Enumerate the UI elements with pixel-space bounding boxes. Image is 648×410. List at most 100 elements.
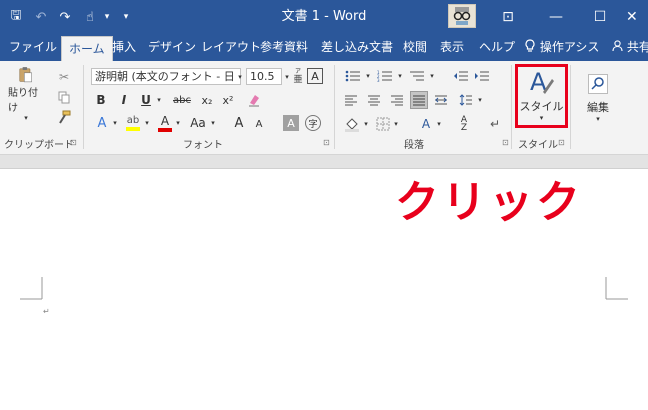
clear-formatting-icon[interactable] <box>246 91 262 109</box>
font-launcher-icon[interactable]: ⊡ <box>323 138 330 147</box>
tab-home[interactable]: ホーム <box>61 36 113 61</box>
copy-icon[interactable] <box>56 89 72 105</box>
redo-icon[interactable]: ↷ <box>57 7 73 27</box>
minimize-button[interactable]: — <box>536 0 576 34</box>
customize-qat-icon[interactable]: ▾ <box>120 7 132 27</box>
enclose-characters-icon[interactable]: 字 <box>305 115 321 131</box>
paste-label: 貼り付け <box>8 88 38 114</box>
multilevel-list-dropdown-icon[interactable]: ▾ <box>428 68 436 84</box>
shading-icon[interactable] <box>343 115 361 133</box>
editing-button[interactable]: 編集 ▾ <box>580 69 616 127</box>
grow-font-button[interactable]: A <box>231 114 247 132</box>
lightbulb-icon <box>524 39 540 54</box>
group-separator <box>83 65 84 149</box>
user-avatar[interactable] <box>448 4 476 28</box>
font-size-dropdown-icon[interactable]: ▾ <box>283 68 291 85</box>
touch-mode-dropdown-icon[interactable]: ▾ <box>101 7 113 27</box>
ribbon-display-options-button[interactable]: ⊡ <box>488 0 528 34</box>
tab-file[interactable]: ファイル <box>9 34 57 61</box>
paste-icon <box>19 67 32 83</box>
format-painter-icon[interactable] <box>56 109 72 125</box>
font-group-label: フォント <box>183 140 223 151</box>
tab-review[interactable]: 校閲 <box>403 34 427 61</box>
borders-icon[interactable] <box>375 116 391 132</box>
search-icon <box>588 73 608 94</box>
text-effects-dropdown-icon[interactable]: ▾ <box>111 114 119 132</box>
distributed-icon[interactable] <box>433 92 449 108</box>
tab-references[interactable]: 参考資料 <box>260 34 308 61</box>
increase-indent-icon[interactable] <box>473 68 491 84</box>
font-name-value: 游明朝 (本文のフォント - 日 <box>95 70 235 83</box>
justify-icon[interactable] <box>410 91 428 109</box>
svg-text:3: 3 <box>377 78 380 82</box>
clipboard-group-label: クリップボード <box>4 140 74 151</box>
bold-button[interactable]: B <box>94 91 108 109</box>
share-button[interactable]: 共有 <box>612 34 648 61</box>
tell-me-label: 操作アシス <box>539 40 600 54</box>
align-left-icon[interactable] <box>343 92 359 108</box>
undo-icon[interactable]: ↶ <box>33 7 49 27</box>
sort-icon[interactable]: AZ <box>456 115 472 133</box>
editing-dropdown-icon: ▾ <box>596 114 600 123</box>
group-separator <box>511 65 512 149</box>
highlight-dropdown-icon[interactable]: ▾ <box>143 114 151 132</box>
maximize-button[interactable]: ☐ <box>580 0 620 34</box>
asian-layout-dropdown-icon[interactable]: ▾ <box>435 115 443 133</box>
italic-button[interactable]: I <box>117 91 131 109</box>
font-name-dropdown-icon[interactable]: ▾ <box>236 68 244 85</box>
text-effects-icon[interactable]: A <box>94 114 110 132</box>
styles-launcher-icon[interactable]: ⊡ <box>558 138 565 147</box>
change-case-dropdown-icon[interactable]: ▾ <box>209 114 217 132</box>
tab-help[interactable]: ヘルプ <box>479 34 515 61</box>
underline-dropdown-icon[interactable]: ▾ <box>155 91 163 109</box>
numbering-dropdown-icon[interactable]: ▾ <box>396 68 404 84</box>
multilevel-list-icon[interactable] <box>407 68 427 84</box>
tab-view[interactable]: 表示 <box>440 34 464 61</box>
font-size-combo[interactable]: 10.5 <box>246 68 282 85</box>
paragraph-launcher-icon[interactable]: ⊡ <box>502 138 509 147</box>
click-callout: クリック <box>395 177 583 228</box>
paste-button[interactable]: 貼り付け ▾ <box>8 66 44 122</box>
borders-dropdown-icon[interactable]: ▾ <box>392 115 400 133</box>
subscript-button[interactable]: x₂ <box>199 91 215 109</box>
tell-me-search[interactable]: 操作アシス <box>524 34 599 61</box>
paragraph-mark: ↵ <box>43 307 50 316</box>
font-name-combo[interactable]: 游明朝 (本文のフォント - 日 <box>91 68 241 85</box>
character-border-icon[interactable]: A <box>307 68 323 84</box>
show-formatting-marks-icon[interactable]: ↵ <box>487 115 503 133</box>
cut-icon[interactable]: ✂ <box>56 69 72 85</box>
character-shading-icon[interactable]: A <box>283 115 299 131</box>
ribbon-tab-bar: ファイル ホーム 挿入 デザイン レイアウト 参考資料 差し込み文書 校閲 表示… <box>0 34 648 61</box>
highlight-color-icon[interactable]: ab <box>124 113 142 133</box>
font-color-icon[interactable]: A <box>157 113 173 133</box>
line-spacing-dropdown-icon[interactable]: ▾ <box>476 92 484 108</box>
paragraph-group-label: 段落 <box>404 140 424 151</box>
clipboard-launcher-icon[interactable]: ⊡ <box>70 138 77 147</box>
superscript-button[interactable]: x² <box>220 91 236 109</box>
save-icon[interactable]: 🖫 <box>7 7 25 27</box>
bullets-icon[interactable] <box>343 68 363 84</box>
asian-layout-icon[interactable]: A <box>417 115 435 133</box>
line-spacing-icon[interactable] <box>458 92 474 108</box>
numbering-icon[interactable]: 123 <box>375 68 395 84</box>
shrink-font-button[interactable]: A <box>252 116 266 132</box>
tab-insert[interactable]: 挿入 <box>112 34 136 61</box>
tab-layout[interactable]: レイアウト <box>201 34 261 61</box>
title-bar: 🖫 ↶ ↷ ☝ ▾ ▾ 文書 1 - Word ⊡ — ☐ ✕ <box>0 0 648 34</box>
shading-dropdown-icon[interactable]: ▾ <box>362 115 370 133</box>
decrease-indent-icon[interactable] <box>452 68 470 84</box>
group-separator <box>570 65 571 149</box>
tab-design[interactable]: デザイン <box>148 34 196 61</box>
group-separator <box>334 65 335 149</box>
align-center-icon[interactable] <box>366 92 382 108</box>
change-case-button[interactable]: Aa <box>188 114 208 132</box>
tab-mailings[interactable]: 差し込み文書 <box>321 34 393 61</box>
close-button[interactable]: ✕ <box>626 0 648 34</box>
bullets-dropdown-icon[interactable]: ▾ <box>364 68 372 84</box>
touch-mode-icon[interactable]: ☝ <box>81 7 99 27</box>
strikethrough-button[interactable]: abc <box>170 91 194 109</box>
underline-button[interactable]: U <box>139 91 153 109</box>
phonetic-guide-icon[interactable]: ア亜 <box>291 67 305 85</box>
align-right-icon[interactable] <box>389 92 405 108</box>
font-color-dropdown-icon[interactable]: ▾ <box>174 114 182 132</box>
